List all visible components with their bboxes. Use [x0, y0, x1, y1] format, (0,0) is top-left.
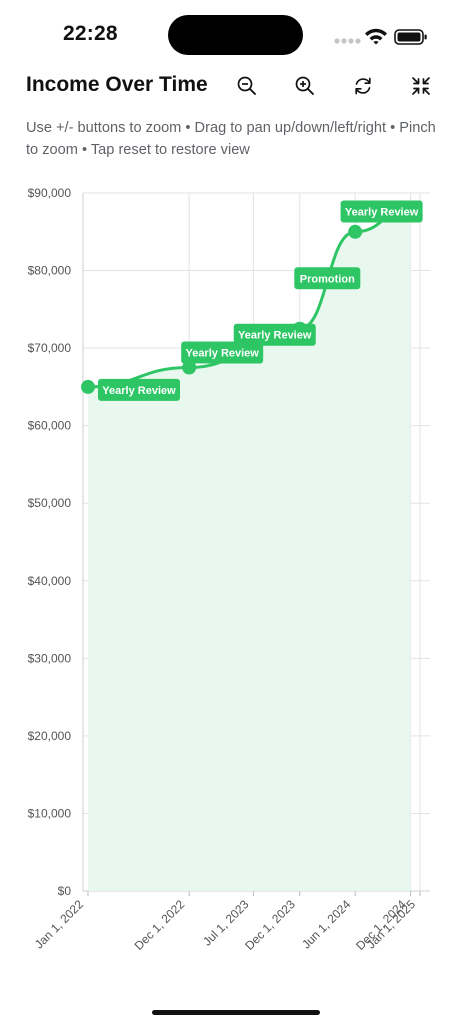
y-tick-label: $70,000	[28, 341, 72, 355]
annotation-label: Yearly Review	[185, 348, 259, 360]
collapse-button[interactable]	[406, 71, 436, 101]
page-title: Income Over Time	[26, 73, 208, 96]
zoom-in-button[interactable]	[290, 71, 320, 101]
header: Income Over Time	[0, 64, 471, 108]
y-tick-label: $60,000	[28, 419, 72, 433]
x-tick-label: Jan 1, 2022	[32, 897, 86, 951]
annotation-label: Promotion	[300, 273, 355, 285]
data-point	[348, 224, 363, 239]
y-tick-label: $90,000	[28, 186, 72, 200]
y-tick-label: $10,000	[28, 806, 72, 820]
annotation-label: Yearly Review	[345, 207, 419, 219]
dynamic-island	[168, 15, 303, 55]
status-time: 22:28	[63, 22, 118, 45]
zoom-in-icon	[295, 76, 314, 95]
zoom-out-button[interactable]	[232, 71, 262, 101]
x-tick-label: Dec 1, 2023	[242, 897, 298, 953]
y-tick-label: $80,000	[28, 264, 72, 278]
home-indicator[interactable]	[152, 1010, 320, 1015]
area-fill	[88, 208, 411, 891]
instructions-text: Use +/- buttons to zoom • Drag to pan up…	[26, 120, 436, 158]
battery-icon	[394, 29, 427, 45]
y-tick-label: $40,000	[28, 574, 72, 588]
annotation-label: Yearly Review	[102, 385, 176, 397]
y-tick-label: $50,000	[28, 496, 72, 510]
reset-icon	[355, 77, 371, 95]
x-tick-label: Dec 1, 2022	[132, 897, 188, 953]
annotation-label: Yearly Review	[238, 330, 312, 342]
reset-button[interactable]	[348, 71, 378, 101]
status-bar: 22:28	[0, 0, 471, 64]
wifi-icon	[365, 28, 387, 45]
data-point	[81, 379, 95, 394]
cellular-signal-icon	[334, 38, 361, 44]
status-icons	[333, 24, 433, 46]
income-chart[interactable]: $0 $10,000 $20,000 $30,000 $40,000 $50,000 $60…	[0, 170, 471, 980]
y-tick-label: $0	[58, 884, 72, 898]
y-tick-label: $30,000	[28, 651, 72, 665]
x-tick-label: Jun 1, 2024	[299, 897, 353, 951]
y-tick-label: $20,000	[28, 729, 72, 743]
zoom-out-icon	[237, 76, 256, 95]
collapse-icon	[412, 77, 430, 95]
